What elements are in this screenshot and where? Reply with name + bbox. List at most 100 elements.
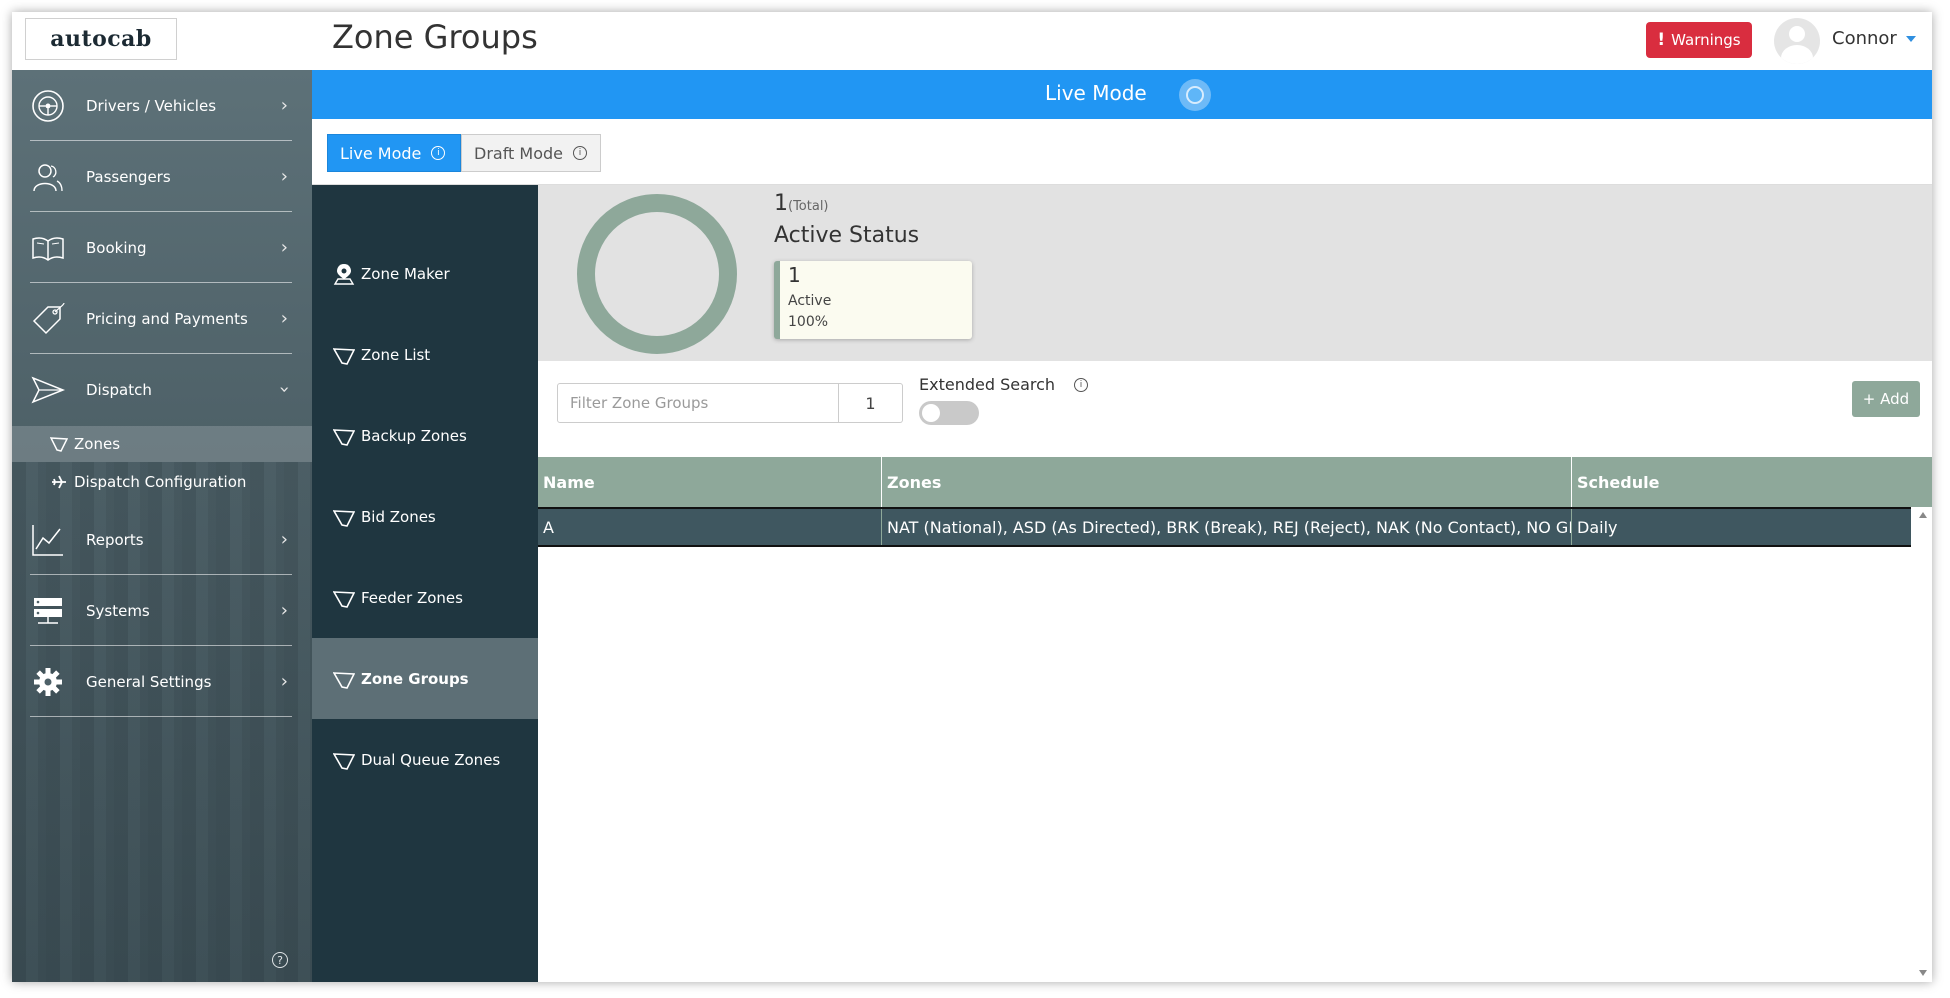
subnav-label: Bid Zones xyxy=(361,507,436,526)
subnav-item-zone-maker[interactable]: Zone Maker xyxy=(312,233,538,314)
status-title: Active Status xyxy=(774,223,920,248)
chevron-down-icon[interactable] xyxy=(1906,36,1916,42)
sidebar-item-label: Pricing and Payments xyxy=(86,309,248,328)
total-label: (Total) xyxy=(788,199,829,214)
gear-icon xyxy=(30,664,66,700)
info-icon[interactable]: i xyxy=(1074,378,1088,392)
sidebar-item-label: Systems xyxy=(86,601,150,620)
live-mode-button[interactable]: Live Mode i xyxy=(327,134,461,172)
draft-mode-button[interactable]: Draft Mode i xyxy=(461,134,601,172)
result-count: 1 xyxy=(839,383,903,423)
sidebar-subitem-zones[interactable]: Zones xyxy=(12,426,312,462)
subnav-label: Zone Maker xyxy=(361,264,450,283)
add-button[interactable]: + Add xyxy=(1852,381,1920,417)
autocab-logo[interactable]: autocab xyxy=(25,18,177,60)
server-icon xyxy=(30,593,66,629)
warnings-label: Warnings xyxy=(1671,31,1741,49)
help-icon[interactable]: ? xyxy=(272,952,288,968)
sidebar-item-systems[interactable]: Systems › xyxy=(12,575,312,646)
card-percent: 100% xyxy=(788,314,829,330)
sidebar-item-label: Passengers xyxy=(86,167,171,186)
extended-search-label: Extended Search xyxy=(919,375,1056,394)
chevron-right-icon: › xyxy=(280,95,288,116)
map-pin-user-icon xyxy=(333,263,355,285)
live-mode-banner: Live Mode xyxy=(312,70,1932,119)
table-row[interactable]: A NAT (National), ASD (As Directed), BRK… xyxy=(538,507,1911,547)
scroll-up-icon[interactable] xyxy=(1919,512,1927,518)
table-scrollbar[interactable] xyxy=(1915,507,1932,982)
banner-label: Live Mode xyxy=(1045,81,1147,105)
sidebar-subitem-dispatch-configuration[interactable]: Dispatch Configuration xyxy=(12,464,312,500)
chevron-right-icon: › xyxy=(280,308,288,329)
zone-icon xyxy=(332,668,356,690)
column-header-name[interactable]: Name xyxy=(538,457,882,507)
info-icon: i xyxy=(431,146,446,160)
cell-zones: NAT (National), ASD (As Directed), BRK (… xyxy=(882,509,1572,545)
sidebar-item-drivers-vehicles[interactable]: Drivers / Vehicles › xyxy=(12,70,312,141)
scroll-down-icon[interactable] xyxy=(1919,970,1927,976)
chevron-right-icon: › xyxy=(280,600,288,621)
app-window: autocab Zone Groups ! Warnings Connor Dr… xyxy=(12,12,1932,982)
sidebar-item-label: General Settings xyxy=(86,672,212,691)
total-count: 1 xyxy=(774,191,788,216)
filter-zone-groups-input[interactable] xyxy=(557,383,839,423)
subnav-item-bid-zones[interactable]: Bid Zones xyxy=(312,476,538,557)
status-summary-panel: 1 (Total) Active Status 1 Active 100% xyxy=(538,185,1932,361)
extended-search-toggle[interactable] xyxy=(919,401,979,425)
zone-groups-table: Name Zones Schedule A NAT (National), AS… xyxy=(538,457,1932,982)
sidebar-item-label: Reports xyxy=(86,530,144,549)
sidebar-subitem-label: Zones xyxy=(74,435,121,453)
line-chart-icon xyxy=(30,522,66,558)
chevron-down-icon: › xyxy=(273,385,295,394)
subnav-item-zone-groups[interactable]: Zone Groups xyxy=(312,638,538,719)
draft-mode-label: Draft Mode xyxy=(474,143,564,163)
divider xyxy=(30,716,292,717)
warnings-button[interactable]: ! Warnings xyxy=(1646,22,1752,58)
sidebar-item-passengers[interactable]: Passengers › xyxy=(12,141,312,212)
sidebar-subitem-label: Dispatch Configuration xyxy=(74,473,247,491)
cell-schedule: Daily xyxy=(1577,517,1618,537)
toggle-knob xyxy=(922,404,940,422)
zone-icon xyxy=(332,344,356,366)
active-status-donut xyxy=(577,194,737,354)
tag-icon xyxy=(30,301,66,337)
live-indicator-icon xyxy=(1179,79,1211,111)
column-header-schedule[interactable]: Schedule xyxy=(1572,457,1932,507)
subnav-item-backup-zones[interactable]: Backup Zones xyxy=(312,395,538,476)
user-menu-name[interactable]: Connor xyxy=(1832,28,1897,49)
chevron-right-icon: › xyxy=(280,166,288,187)
subnav-label: Zone Groups xyxy=(361,669,469,688)
sidebar-item-label: Booking xyxy=(86,238,147,257)
avatar[interactable] xyxy=(1774,18,1820,64)
sidebar-item-label: Drivers / Vehicles xyxy=(86,96,217,115)
mode-toggle-bar: Live Mode i Draft Mode i xyxy=(312,119,1932,185)
chevron-right-icon: › xyxy=(280,529,288,550)
zone-icon xyxy=(332,425,356,447)
subnav-item-zone-list[interactable]: Zone List xyxy=(312,314,538,395)
subnav-label: Feeder Zones xyxy=(361,588,463,607)
sidebar-item-booking[interactable]: Booking › xyxy=(12,212,312,283)
avatar-body-shape xyxy=(1781,45,1813,64)
subnav-label: Backup Zones xyxy=(361,426,467,445)
zone-icon xyxy=(332,506,356,528)
subnav-item-feeder-zones[interactable]: Feeder Zones xyxy=(312,557,538,638)
sidebar-item-reports[interactable]: Reports › xyxy=(12,504,312,575)
sidebar-item-general-settings[interactable]: General Settings › xyxy=(12,646,312,717)
active-status-card[interactable]: 1 Active 100% xyxy=(774,261,972,339)
card-label: Active xyxy=(788,293,832,309)
donut-segment-active xyxy=(577,194,737,354)
column-header-zones[interactable]: Zones xyxy=(882,457,1572,507)
book-icon xyxy=(30,230,66,266)
main-sidebar: Drivers / Vehicles › Passengers › Bookin… xyxy=(12,70,312,982)
sidebar-item-pricing-payments[interactable]: Pricing and Payments › xyxy=(12,283,312,354)
subnav-label: Dual Queue Zones xyxy=(361,750,501,769)
zone-icon xyxy=(332,749,356,771)
sidebar-item-label: Dispatch xyxy=(86,380,152,399)
zone-subnav: Zone Maker Zone List Backup Zones Bid Zo… xyxy=(312,185,538,982)
plane-icon xyxy=(50,473,68,491)
filter-bar: 1 Extended Search i + Add xyxy=(538,361,1932,457)
subnav-item-dual-queue-zones[interactable]: Dual Queue Zones xyxy=(312,719,538,800)
chevron-right-icon: › xyxy=(280,671,288,692)
sidebar-item-dispatch[interactable]: Dispatch › xyxy=(12,354,312,425)
info-icon: i xyxy=(573,146,588,160)
